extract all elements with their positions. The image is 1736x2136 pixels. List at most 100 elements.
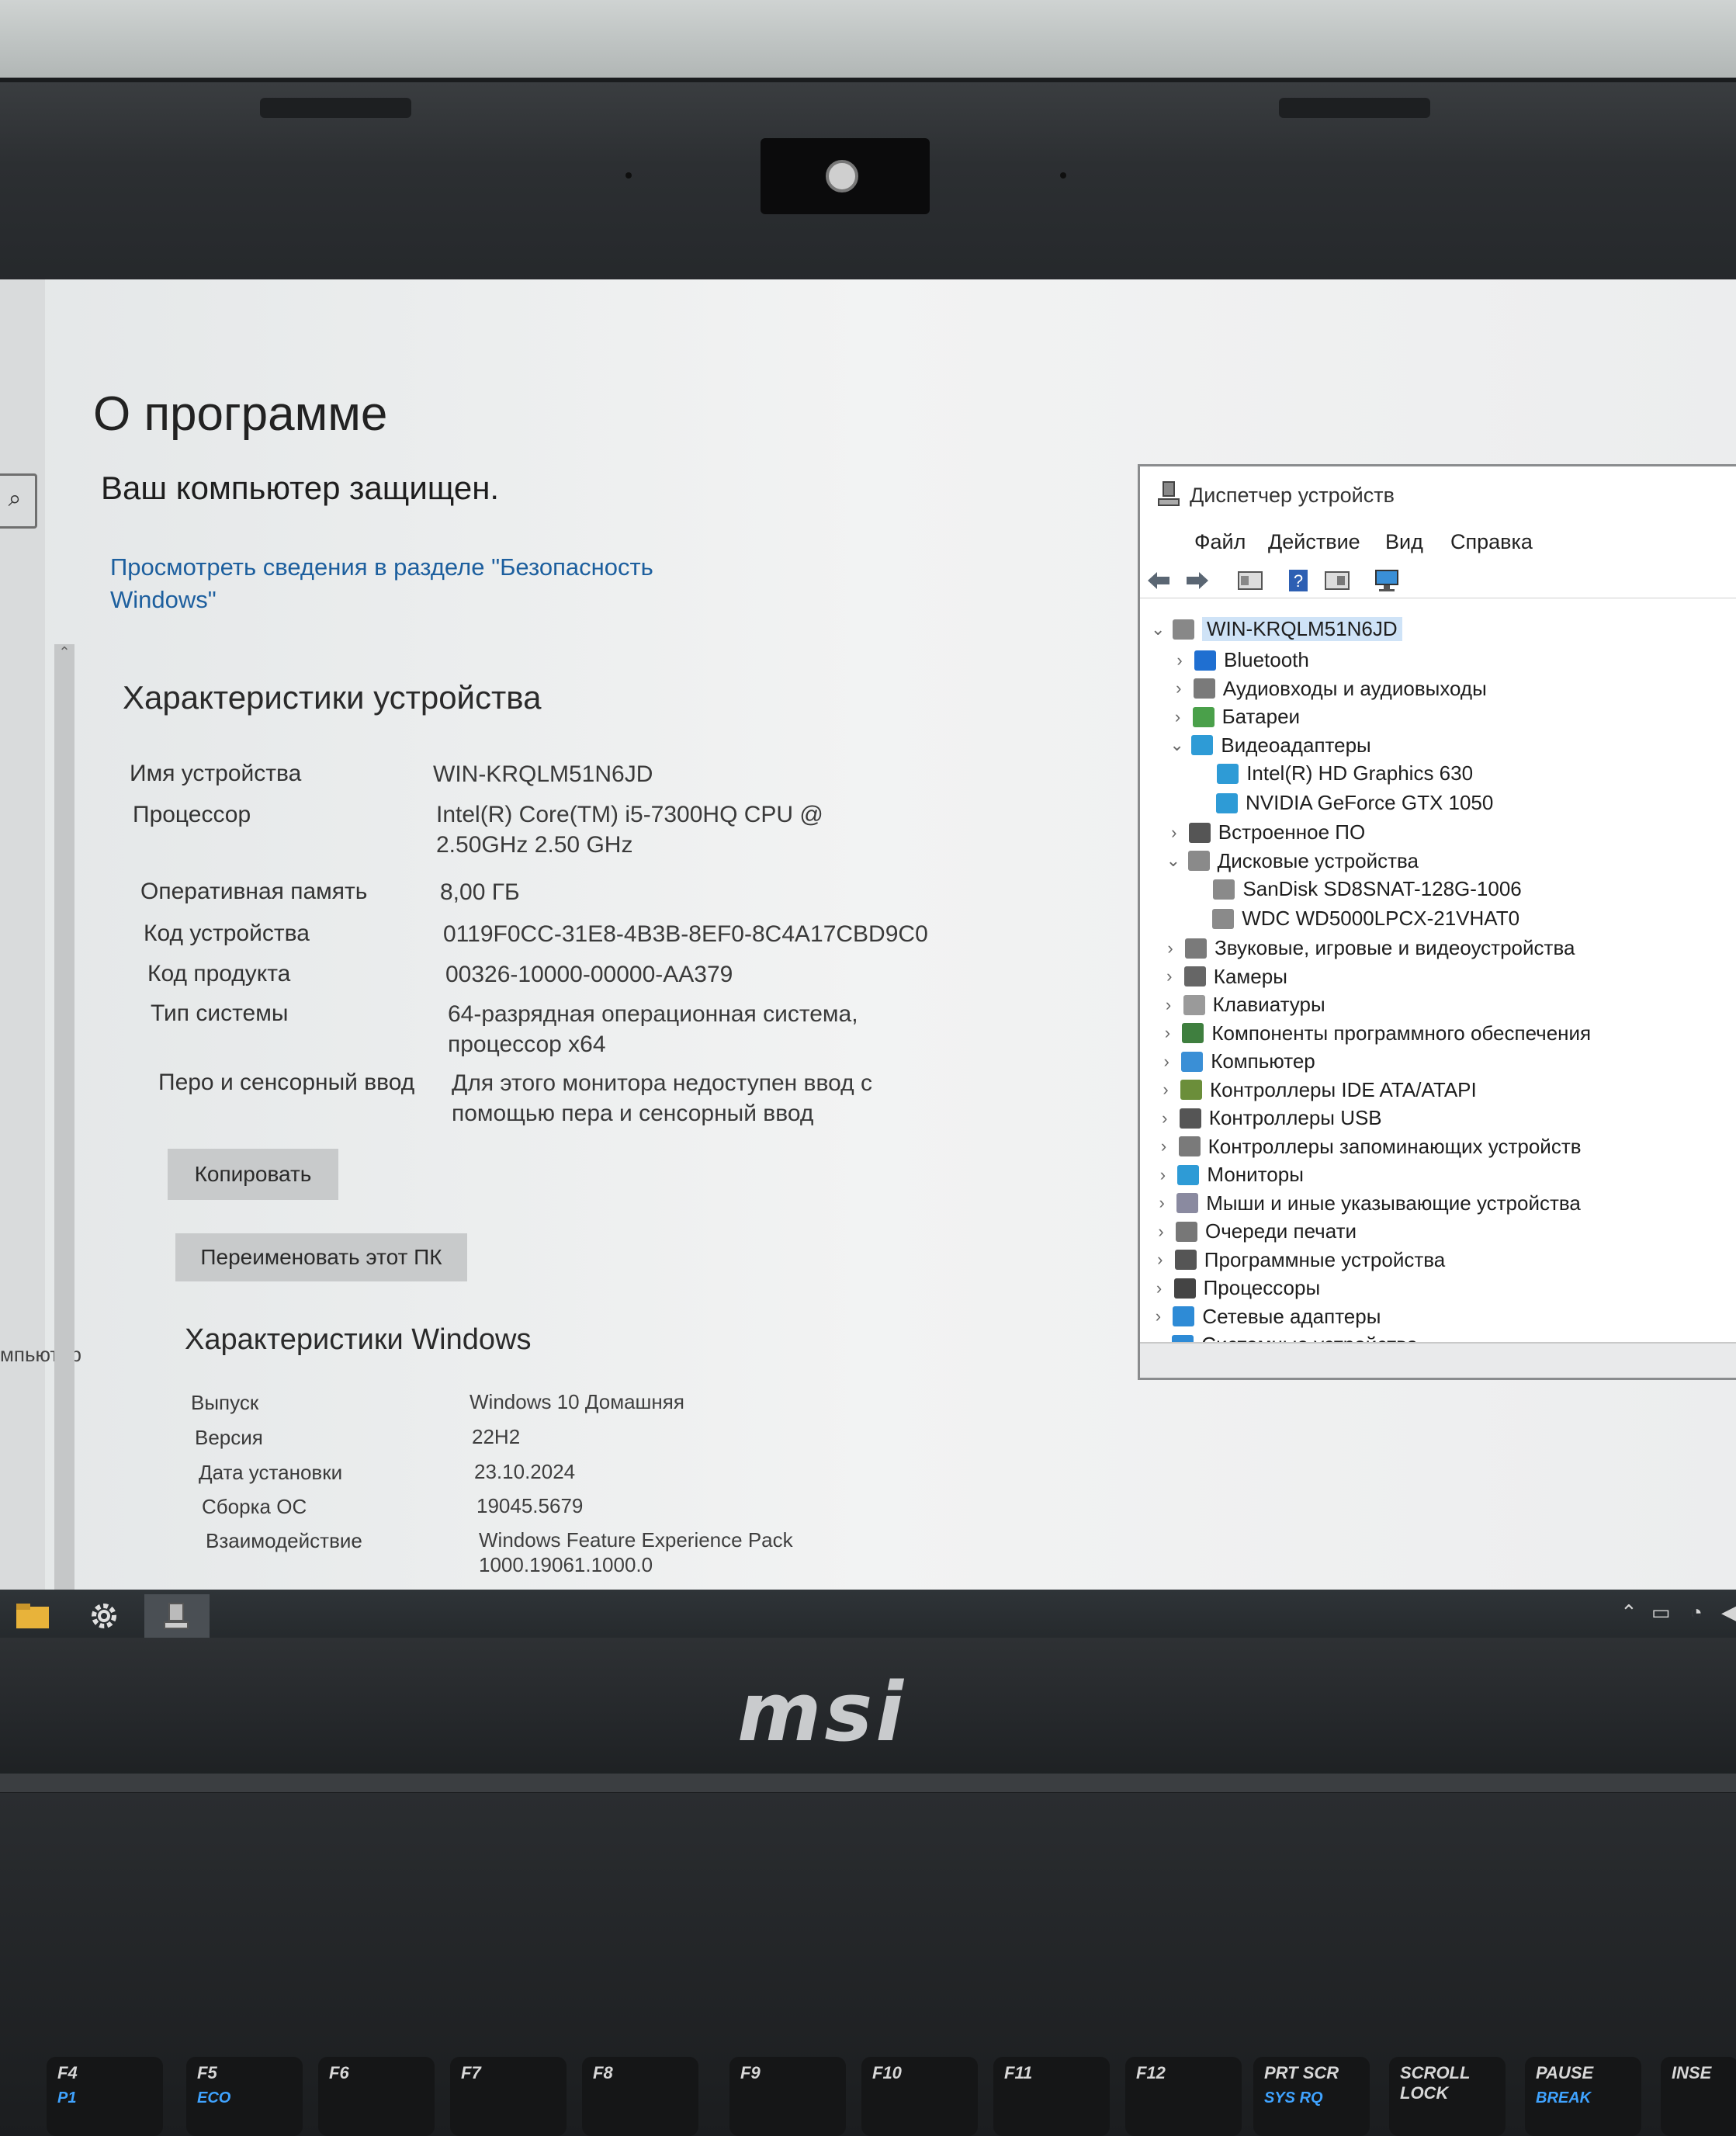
tree-category[interactable]: ⌄ Видеоадаптеры — [1169, 733, 1370, 758]
tree-category[interactable]: ⌄ Дисковые устройства — [1166, 849, 1419, 873]
tree-category[interactable]: › Контроллеры IDE ATA/ATAPI — [1159, 1077, 1477, 1102]
chevron-right-icon[interactable]: › — [1157, 1136, 1171, 1156]
chevron-right-icon[interactable]: › — [1167, 823, 1181, 843]
tree-category[interactable]: › Аудиовходы и аудиовыходы — [1172, 677, 1487, 701]
menu-action[interactable]: Действие — [1268, 530, 1360, 554]
key-sublabel: ECO — [197, 2089, 231, 2107]
tree-label: Контроллеры IDE ATA/ATAPI — [1210, 1077, 1477, 1101]
computer-icon — [1181, 1051, 1204, 1072]
chevron-right-icon[interactable]: › — [1163, 938, 1177, 959]
chevron-right-icon[interactable]: › — [1162, 995, 1176, 1015]
chevron-down-icon[interactable]: ⌄ — [1166, 851, 1180, 871]
monitor-icon — [1216, 792, 1238, 813]
svg-text:?: ? — [1294, 571, 1303, 591]
tree-device[interactable]: SanDisk SD8SNAT-128G-1006 — [1213, 877, 1522, 901]
wifi-icon[interactable]: ◔ — [1690, 1600, 1703, 1625]
tree-root[interactable]: ⌄ WIN-KRQLM51N6JD — [1151, 617, 1402, 641]
tree-category[interactable]: › Программные устройства — [1153, 1248, 1445, 1272]
chevron-right-icon[interactable]: › — [1155, 1193, 1169, 1213]
chevron-right-icon[interactable]: › — [1154, 1222, 1168, 1242]
menu-help[interactable]: Справка — [1450, 530, 1533, 554]
tree-category[interactable]: › Bluetooth — [1173, 648, 1309, 672]
keyboard-key: PRT SCR SYS RQ — [1253, 2057, 1370, 2136]
device-specs-heading: Характеристики устройства — [123, 679, 542, 716]
chevron-right-icon[interactable]: › — [1159, 1052, 1173, 1072]
tree-label: Звуковые, игровые и видеоустройства — [1215, 936, 1575, 959]
chevron-right-icon[interactable]: › — [1160, 1023, 1174, 1043]
tree-category[interactable]: › Компоненты программного обеспечения — [1160, 1021, 1591, 1045]
scroll-up-icon[interactable]: ⌃ — [54, 644, 74, 664]
protection-status: Ваш компьютер защищен. — [101, 470, 500, 506]
spec-value: Для этого монитора недоступен ввод с пом… — [452, 1070, 872, 1126]
tree-category[interactable]: › Процессоры — [1152, 1276, 1320, 1300]
tree-category[interactable]: › Камеры — [1163, 965, 1287, 989]
spec-label: Процессор — [133, 802, 251, 827]
device-manager-window[interactable]: Диспетчер устройств Файл Действие Вид Сп… — [1138, 464, 1736, 1380]
chevron-right-icon[interactable]: › — [1159, 1080, 1173, 1100]
tray-chevron-icon[interactable]: ⌃ — [1620, 1600, 1637, 1625]
key-label: F10 — [872, 2063, 902, 2082]
menu-view[interactable]: Вид — [1385, 530, 1423, 554]
search-icon[interactable]: ⌕ — [0, 473, 37, 529]
forward-arrow-icon[interactable] — [1183, 568, 1211, 593]
chevron-right-icon[interactable]: › — [1172, 678, 1186, 699]
device-tree[interactable]: ⌄ WIN-KRQLM51N6JD › Bluetooth › Аудиовходы и … — [1140, 600, 1736, 1344]
tree-device[interactable]: NVIDIA GeForce GTX 1050 — [1216, 791, 1493, 815]
rename-pc-button[interactable]: Переименовать этот ПК — [175, 1233, 467, 1281]
keyboard-key: F11 — [993, 2057, 1110, 2136]
chevron-right-icon[interactable]: › — [1158, 1108, 1172, 1129]
scan-hardware-icon[interactable] — [1373, 568, 1401, 593]
file-explorer-icon[interactable] — [0, 1594, 65, 1638]
update-driver-icon[interactable] — [1323, 568, 1351, 593]
device-manager-icon — [1158, 481, 1180, 506]
key-sublabel: SYS RQ — [1264, 2089, 1323, 2107]
tree-label: Контроллеры USB — [1208, 1106, 1382, 1129]
battery-icon[interactable]: ▭ — [1651, 1600, 1671, 1625]
cpu-icon — [1173, 1278, 1196, 1299]
tree-category[interactable]: › Мыши и иные указывающие устройства — [1155, 1191, 1581, 1215]
status-bar — [1140, 1342, 1736, 1378]
properties-icon[interactable] — [1236, 568, 1264, 593]
tree-category[interactable]: › Сетевые адаптеры — [1151, 1305, 1381, 1329]
back-arrow-icon[interactable] — [1145, 568, 1173, 593]
keyboard-key: F10 — [861, 2057, 978, 2136]
tree-category[interactable]: › Встроенное ПО — [1167, 820, 1365, 844]
keyboard-icon — [1183, 994, 1205, 1015]
chevron-right-icon[interactable]: › — [1152, 1278, 1166, 1299]
keyboard-key: F6 — [318, 2057, 435, 2136]
copy-button[interactable]: Копировать — [168, 1149, 338, 1200]
disk-icon — [1187, 851, 1210, 871]
tree-category[interactable]: › Звуковые, игровые и видеоустройства — [1163, 936, 1575, 960]
security-link[interactable]: Просмотреть сведения в разделе "Безопасн… — [110, 551, 700, 616]
tree-device[interactable]: Intel(R) HD Graphics 630 — [1217, 761, 1473, 785]
key-sublabel: P1 — [57, 2089, 77, 2107]
tree-label: Программные устройства — [1204, 1247, 1446, 1271]
tree-category[interactable]: › Батареи — [1171, 705, 1300, 729]
help-icon[interactable]: ? — [1284, 568, 1312, 593]
tree-category[interactable]: › Компьютер — [1159, 1049, 1315, 1073]
tree-category[interactable]: › Контроллеры USB — [1158, 1106, 1382, 1130]
chevron-right-icon[interactable]: › — [1171, 707, 1185, 727]
chevron-right-icon[interactable]: › — [1173, 650, 1187, 671]
window-title: Диспетчер устройств — [1190, 484, 1395, 507]
bluetooth-icon — [1194, 650, 1216, 671]
chevron-right-icon[interactable]: › — [1153, 1250, 1167, 1270]
device-manager-taskbar-icon[interactable] — [144, 1594, 210, 1638]
chevron-right-icon[interactable]: › — [1163, 966, 1176, 987]
volume-icon[interactable]: ◀ — [1721, 1600, 1736, 1625]
tree-category[interactable]: › Очереди печати — [1154, 1219, 1357, 1243]
chevron-right-icon[interactable]: › — [1156, 1165, 1169, 1185]
tree-device[interactable]: WDC WD5000LPCX-21VHAT0 — [1212, 907, 1519, 931]
chevron-down-icon[interactable]: ⌄ — [1169, 735, 1183, 755]
chevron-right-icon[interactable]: › — [1151, 1306, 1165, 1326]
scrollbar[interactable] — [54, 644, 74, 1591]
chevron-down-icon[interactable]: ⌄ — [1151, 619, 1165, 640]
win-spec-label: Версия — [195, 1426, 263, 1449]
settings-gear-icon[interactable] — [71, 1594, 137, 1638]
tree-category[interactable]: › Мониторы — [1156, 1163, 1304, 1187]
menu-file[interactable]: Файл — [1194, 530, 1246, 554]
tree-category[interactable]: › Клавиатуры — [1162, 993, 1325, 1017]
spec-label: Код устройства — [144, 921, 310, 946]
tree-category[interactable]: › Контроллеры запоминающих устройств — [1157, 1135, 1582, 1159]
win-spec-value: Windows 10 Домашняя — [470, 1390, 684, 1413]
